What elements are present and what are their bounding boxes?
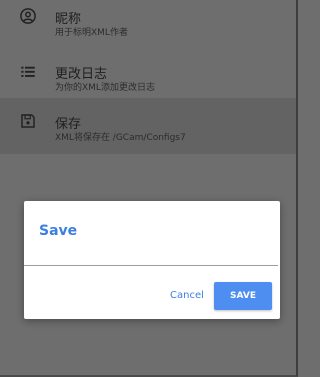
cancel-button[interactable]: Cancel bbox=[170, 290, 204, 301]
setting-item-changelog[interactable]: 更改日志 为你的XML添加更改日志 bbox=[0, 54, 296, 98]
save-button[interactable]: SAVE bbox=[214, 282, 272, 310]
dialog-title: Save bbox=[39, 223, 78, 239]
setting-item-nickname[interactable]: 昵称 用于标明XML作者 bbox=[0, 0, 296, 46]
setting-subtitle: 为你的XML添加更改日志 bbox=[55, 83, 155, 93]
settings-screen: 昵称 用于标明XML作者 更改日志 为你的XML添加更改日志 保存 XML将保存… bbox=[0, 0, 298, 377]
save-dialog: Save Cancel SAVE bbox=[24, 201, 280, 319]
setting-item-save[interactable]: 保存 XML将保存在 /GCam/Configs7 bbox=[0, 98, 296, 154]
filename-input[interactable] bbox=[24, 251, 278, 266]
setting-subtitle: XML将保存在 /GCam/Configs7 bbox=[55, 133, 186, 143]
setting-subtitle: 用于标明XML作者 bbox=[55, 28, 128, 38]
save-icon bbox=[19, 112, 37, 130]
person-circle-icon bbox=[19, 7, 37, 25]
list-icon bbox=[19, 63, 37, 81]
